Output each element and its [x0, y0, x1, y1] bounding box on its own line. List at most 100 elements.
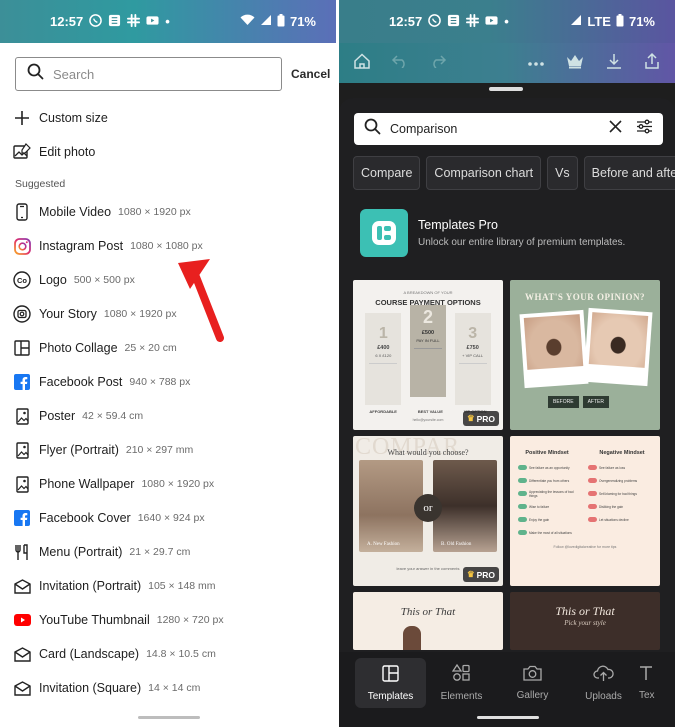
search-icon — [27, 63, 44, 85]
chip-before-and-after[interactable]: Before and after — [583, 156, 675, 190]
chip-comparison-chart[interactable]: Comparison chart — [426, 156, 542, 190]
design-item-label: Phone Wallpaper — [39, 477, 135, 491]
before-label: BEFORE — [548, 396, 579, 408]
design-item-flyer[interactable]: Flyer (Portrait) 210 × 297 mm — [0, 433, 336, 467]
wallpaper-icon — [13, 475, 31, 493]
undo-icon[interactable] — [391, 54, 409, 73]
pro-badge-label: PRO — [476, 569, 495, 580]
template-card[interactable]: A BREAKDOWN OF YOUR COURSE PAYMENT OPTIO… — [353, 280, 503, 430]
crown-icon: ♛ — [466, 413, 475, 423]
plan-number: 2 — [422, 307, 433, 327]
design-item-size: 940 × 788 px — [129, 376, 191, 388]
instagram-icon — [13, 237, 31, 255]
design-item-facebook-cover[interactable]: Facebook Cover 1640 × 924 px — [0, 501, 336, 535]
template-card[interactable]: This or That Pick your style — [510, 592, 660, 650]
design-item-invitation-portrait[interactable]: Invitation (Portrait) 105 × 148 mm — [0, 569, 336, 603]
whatsapp-icon — [428, 13, 442, 30]
logo-icon: Co — [13, 271, 31, 289]
design-item-instagram-post[interactable]: Instagram Post 1080 × 1080 px — [0, 229, 336, 263]
template-search-input[interactable]: Comparison — [354, 113, 663, 145]
design-item-label: Poster — [39, 409, 76, 423]
list-item: Enjoy the gain — [529, 517, 550, 522]
story-icon — [13, 305, 31, 323]
design-item-your-story[interactable]: Your Story 1080 × 1920 px — [0, 297, 336, 331]
search-input[interactable]: Search — [15, 57, 282, 91]
pro-badge: ♛ PRO — [462, 567, 499, 582]
design-item-invitation-square[interactable]: Invitation (Square) 14 × 14 cm — [0, 671, 336, 705]
crown-icon: ♛ — [466, 569, 475, 579]
nav-templates[interactable]: Templates — [355, 658, 426, 708]
filter-icon[interactable] — [636, 119, 653, 139]
fashion-photo-b — [433, 460, 497, 552]
drawer-handle[interactable] — [489, 87, 523, 91]
design-item-size: 1080 × 1920 px — [103, 308, 177, 320]
templates-pro-logo-icon — [360, 209, 408, 257]
home-icon[interactable] — [353, 52, 371, 75]
design-item-youtube-thumbnail[interactable]: YouTube Thumbnail 1280 × 720 px — [0, 603, 336, 637]
flyer-icon — [13, 441, 31, 459]
crown-icon[interactable] — [565, 53, 585, 74]
design-item-poster[interactable]: Poster 42 × 59.4 cm — [0, 399, 336, 433]
share-icon[interactable] — [643, 52, 661, 75]
clock: 12:57 — [50, 14, 84, 29]
clock: 12:57 — [389, 14, 423, 29]
templates-pro-banner[interactable]: Templates Pro Unlock our entire library … — [360, 209, 625, 257]
more-options-icon[interactable] — [527, 54, 545, 72]
design-item-size: 21 × 29.7 cm — [129, 546, 191, 558]
plan-sub: 6 X £120 — [375, 353, 392, 358]
nav-uploads[interactable]: Uploads — [568, 658, 639, 708]
template-question: What would you choose? — [387, 448, 469, 457]
left-screen: 12:57 • 71% Search Cancel Custom size Ed… — [0, 0, 336, 727]
design-item-label: Instagram Post — [39, 239, 124, 253]
custom-size-label: Custom size — [39, 111, 108, 125]
design-item-label: Facebook Cover — [39, 511, 131, 525]
design-item-mobile-video[interactable]: Mobile Video 1080 × 1920 px — [0, 195, 336, 229]
download-icon[interactable] — [605, 52, 623, 75]
pro-subtitle: Unlock our entire library of premium tem… — [418, 237, 626, 248]
text-icon — [639, 665, 653, 684]
templates-drawer: Comparison Compare Comparison chart Vs B… — [339, 98, 675, 727]
template-card[interactable]: This or That — [353, 592, 503, 650]
plan-column: 2 £500 PAY IN FULL — [409, 305, 446, 397]
nav-gallery[interactable]: Gallery — [497, 658, 568, 708]
template-card[interactable]: WHAT'S YOUR OPINION? BEFORE AFTER — [510, 280, 660, 430]
option-a: A. New Fashion — [367, 542, 400, 547]
template-card[interactable]: Positive Mindset Negative Mindset See fa… — [510, 436, 660, 586]
redo-icon[interactable] — [429, 54, 447, 73]
template-card[interactable]: COMPAR What would you choose? or A. New … — [353, 436, 503, 586]
slack-icon — [466, 13, 480, 30]
cancel-button[interactable]: Cancel — [291, 67, 330, 81]
plan-number: 1 — [378, 325, 388, 342]
design-item-logo[interactable]: Co Logo 500 × 500 px — [0, 263, 336, 297]
design-item-label: Mobile Video — [39, 205, 112, 219]
custom-size-item[interactable]: Custom size — [0, 101, 336, 135]
gesture-handle — [138, 716, 200, 719]
envelope-icon — [13, 577, 31, 595]
right-screen: 12:57 • LTE 71% Comparison Compare Compa… — [339, 0, 675, 727]
chip-vs[interactable]: Vs — [547, 156, 578, 190]
templates-icon — [382, 664, 399, 685]
design-item-size: 42 × 59.4 cm — [82, 410, 144, 422]
list-item: Let situations decline — [599, 517, 629, 522]
status-bar: 12:57 • LTE 71% — [339, 0, 675, 43]
design-item-phone-wallpaper[interactable]: Phone Wallpaper 1080 × 1920 px — [0, 467, 336, 501]
option-b: B. Old Fashion — [441, 542, 472, 547]
chip-compare[interactable]: Compare — [353, 156, 421, 190]
design-item-photo-collage[interactable]: Photo Collage 25 × 20 cm — [0, 331, 336, 365]
nav-elements[interactable]: Elements — [426, 658, 497, 708]
design-item-facebook-post[interactable]: Facebook Post 940 × 788 px — [0, 365, 336, 399]
design-item-size: 1640 × 924 px — [137, 512, 205, 524]
list-item: See failure as loss — [599, 465, 626, 470]
pro-title: Templates Pro — [418, 218, 498, 232]
clear-icon[interactable] — [609, 120, 622, 138]
signal-icon — [570, 14, 582, 29]
template-footer: Follow @lovedigitalcreative for more tip… — [553, 545, 617, 549]
design-item-card-landscape[interactable]: Card (Landscape) 14.8 × 10.5 cm — [0, 637, 336, 671]
design-item-label: Your Story — [39, 307, 97, 321]
plan-column: 1 £400 6 X £120 — [365, 313, 402, 405]
design-item-menu[interactable]: Menu (Portrait) 21 × 29.7 cm — [0, 535, 336, 569]
gesture-handle — [477, 716, 539, 719]
edit-photo-item[interactable]: Edit photo — [0, 135, 336, 169]
search-value: Comparison — [390, 122, 458, 136]
nav-text[interactable]: Tex — [639, 658, 669, 708]
